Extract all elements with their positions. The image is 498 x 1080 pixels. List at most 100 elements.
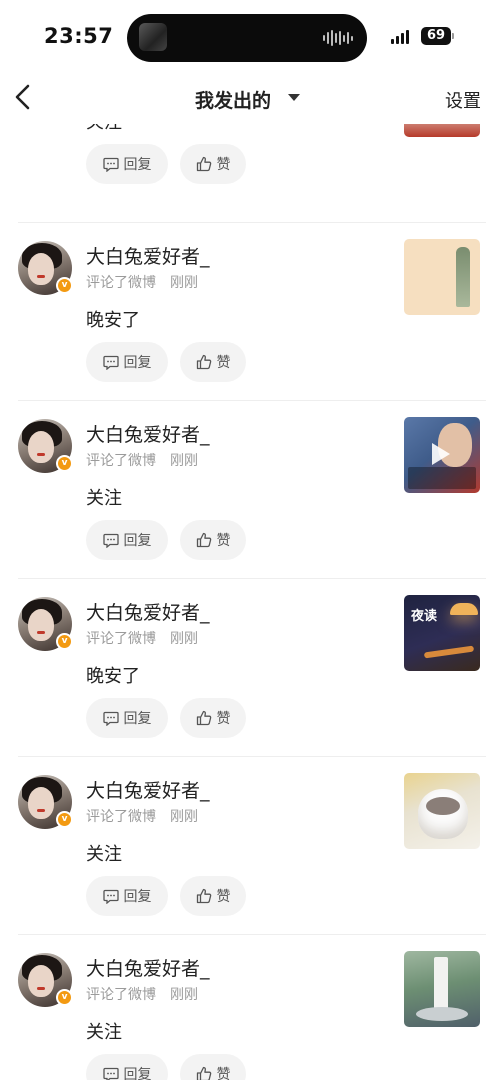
list-item[interactable]: v 大白兔爱好者_ 评论了微博 刚刚 关注 回复 赞 [0, 934, 498, 1080]
timestamp: 刚刚 [170, 275, 198, 291]
username[interactable]: 大白兔爱好者_ [86, 598, 210, 625]
cellular-signal-icon [391, 30, 409, 44]
comment-icon [102, 157, 119, 172]
now-playing-artwork [139, 23, 167, 51]
thumbnail-text: 夜读 [411, 609, 438, 624]
reply-label: 回复 [123, 889, 152, 905]
audio-waveform-icon [323, 29, 353, 47]
status-time: 23:57 [44, 24, 114, 48]
divider [18, 400, 486, 401]
comment-meta: 评论了微博 刚刚 [86, 450, 198, 470]
thumbs-up-icon [196, 354, 211, 370]
list-item[interactable]: v 大白兔爱好者_ 评论了微博 刚刚 关注 回复 赞 [0, 756, 498, 934]
comment-icon [102, 533, 119, 548]
thumbs-up-icon [196, 1066, 211, 1080]
divider [18, 222, 486, 223]
back-button[interactable] [12, 82, 38, 112]
reply-button[interactable]: 回复 [86, 144, 168, 184]
reply-label: 回复 [123, 533, 152, 549]
action-text: 评论了微博 [86, 275, 156, 291]
reply-button[interactable]: 回复 [86, 1054, 168, 1080]
thumbs-up-icon [196, 156, 211, 172]
verified-badge-icon: v [56, 989, 73, 1006]
nav-bar: 我发出的 设置 [0, 74, 498, 124]
action-text: 评论了微博 [86, 631, 156, 647]
like-button[interactable]: 赞 [180, 876, 246, 916]
chevron-left-icon [15, 84, 30, 110]
comment-feed[interactable]: 关注 回复 赞 v 大白兔爱好者_ 评论了微博刚刚 晚安了 回复 赞 v 大白 [0, 124, 498, 1080]
list-item[interactable]: v 大白兔爱好者_ 评论了微博 刚刚 晚安了 回复 赞 [0, 222, 498, 400]
verified-badge-icon: v [56, 811, 73, 828]
reply-label: 回复 [123, 355, 152, 371]
like-button[interactable]: 赞 [180, 144, 246, 184]
post-thumbnail[interactable] [404, 773, 480, 849]
dynamic-island[interactable] [127, 14, 367, 62]
battery-tip [452, 33, 454, 39]
post-thumbnail-video[interactable] [404, 417, 480, 493]
like-label: 赞 [216, 355, 231, 371]
thumbs-up-icon [196, 888, 211, 904]
list-item: 关注 回复 赞 [0, 124, 498, 202]
username[interactable]: 大白兔爱好者_ [86, 420, 210, 447]
comment-text: 关注 [86, 1022, 122, 1043]
comment-meta: 评论了微博 刚刚 [86, 628, 198, 648]
reply-label: 回复 [123, 157, 152, 173]
list-item[interactable]: v 大白兔爱好者_ 评论了微博 刚刚 晚安了 夜读 回复 赞 [0, 578, 498, 756]
timestamp: 刚刚 [170, 631, 198, 647]
like-button[interactable]: 赞 [180, 1054, 246, 1080]
verified-badge-icon: v [56, 455, 73, 472]
like-label: 赞 [216, 533, 231, 549]
like-button[interactable]: 赞 [180, 342, 246, 382]
post-thumbnail[interactable] [404, 239, 480, 315]
like-button[interactable]: 赞 [180, 520, 246, 560]
list-item[interactable]: v 大白兔爱好者_ 评论了微博 刚刚 关注 回复 赞 [0, 400, 498, 578]
action-text: 评论了微博 [86, 453, 156, 469]
thumbs-up-icon [196, 710, 211, 726]
comment-icon [102, 711, 119, 726]
timestamp: 刚刚 [170, 987, 198, 1003]
verified-badge-icon: v [56, 633, 73, 650]
thumbs-up-icon [196, 532, 211, 548]
comment-text: 关注 [86, 124, 122, 134]
comment-icon [102, 355, 119, 370]
timestamp: 刚刚 [170, 453, 198, 469]
reply-button[interactable]: 回复 [86, 698, 168, 738]
divider [18, 934, 486, 935]
like-label: 赞 [216, 1067, 231, 1080]
divider [18, 756, 486, 757]
comment-text: 晚安了 [86, 666, 140, 687]
play-icon [432, 443, 450, 465]
username[interactable]: 大白兔爱好者_ [86, 242, 210, 269]
reply-button[interactable]: 回复 [86, 876, 168, 916]
post-thumbnail[interactable]: 夜读 [404, 595, 480, 671]
like-button[interactable]: 赞 [180, 698, 246, 738]
action-text: 评论了微博 [86, 809, 156, 825]
caret-down-icon[interactable] [288, 94, 300, 101]
comment-text: 关注 [86, 844, 122, 865]
reply-label: 回复 [123, 1067, 152, 1080]
battery-icon: 69 [421, 27, 451, 45]
comment-icon [102, 1067, 119, 1080]
comment-icon [102, 889, 119, 904]
settings-button[interactable]: 设置 [445, 87, 481, 113]
comment-meta: 评论了微博 刚刚 [86, 806, 198, 826]
comment-meta: 评论了微博 刚刚 [86, 984, 198, 1004]
comment-text: 晚安了 [86, 310, 140, 331]
verified-badge-icon: v [56, 277, 73, 294]
timestamp: 刚刚 [170, 809, 198, 825]
status-bar: 23:57 69 [0, 0, 498, 74]
like-label: 赞 [216, 711, 231, 727]
comment-text: 关注 [86, 488, 122, 509]
reply-button[interactable]: 回复 [86, 520, 168, 560]
like-label: 赞 [216, 157, 231, 173]
page-title-dropdown[interactable]: 我发出的 [195, 86, 271, 113]
post-thumbnail[interactable] [404, 124, 480, 137]
post-thumbnail[interactable] [404, 951, 480, 1027]
reply-button[interactable]: 回复 [86, 342, 168, 382]
username[interactable]: 大白兔爱好者_ [86, 954, 210, 981]
divider [18, 578, 486, 579]
like-label: 赞 [216, 889, 231, 905]
username[interactable]: 大白兔爱好者_ [86, 776, 210, 803]
action-text: 评论了微博 [86, 987, 156, 1003]
reply-label: 回复 [123, 711, 152, 727]
